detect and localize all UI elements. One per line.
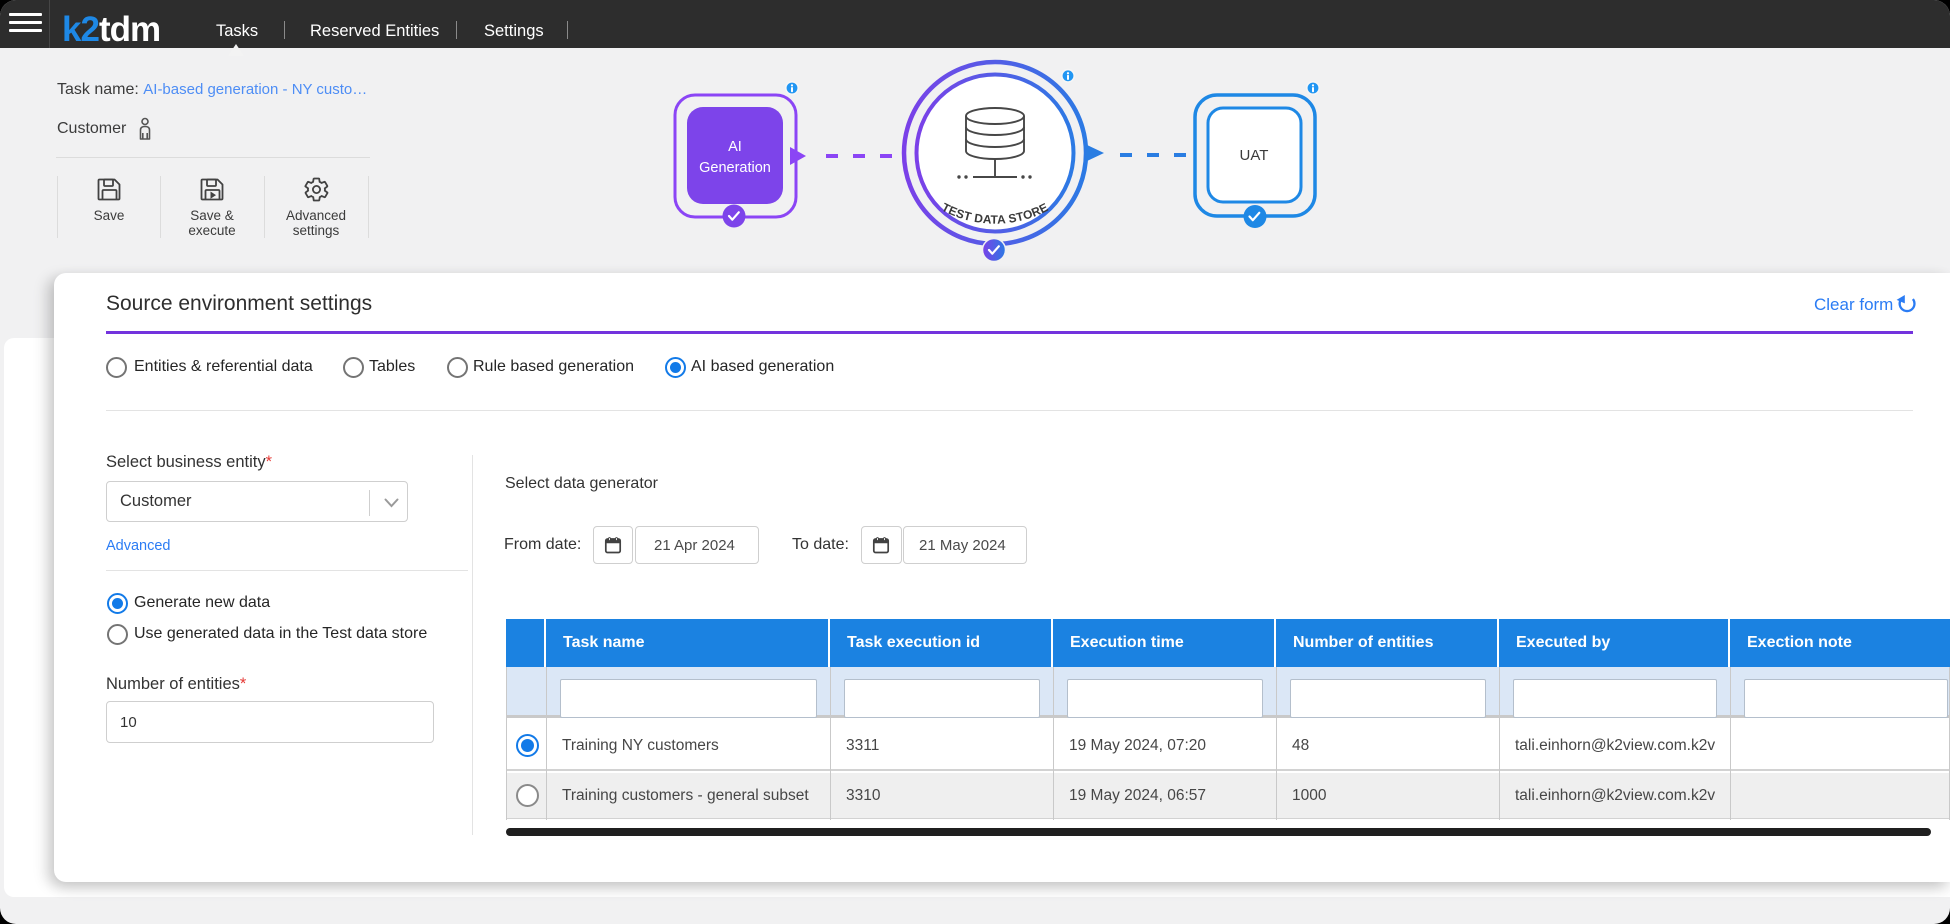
svg-text:UAT: UAT	[1240, 147, 1269, 164]
svg-text:Generation: Generation	[699, 160, 771, 176]
svg-text:AI: AI	[728, 139, 742, 155]
